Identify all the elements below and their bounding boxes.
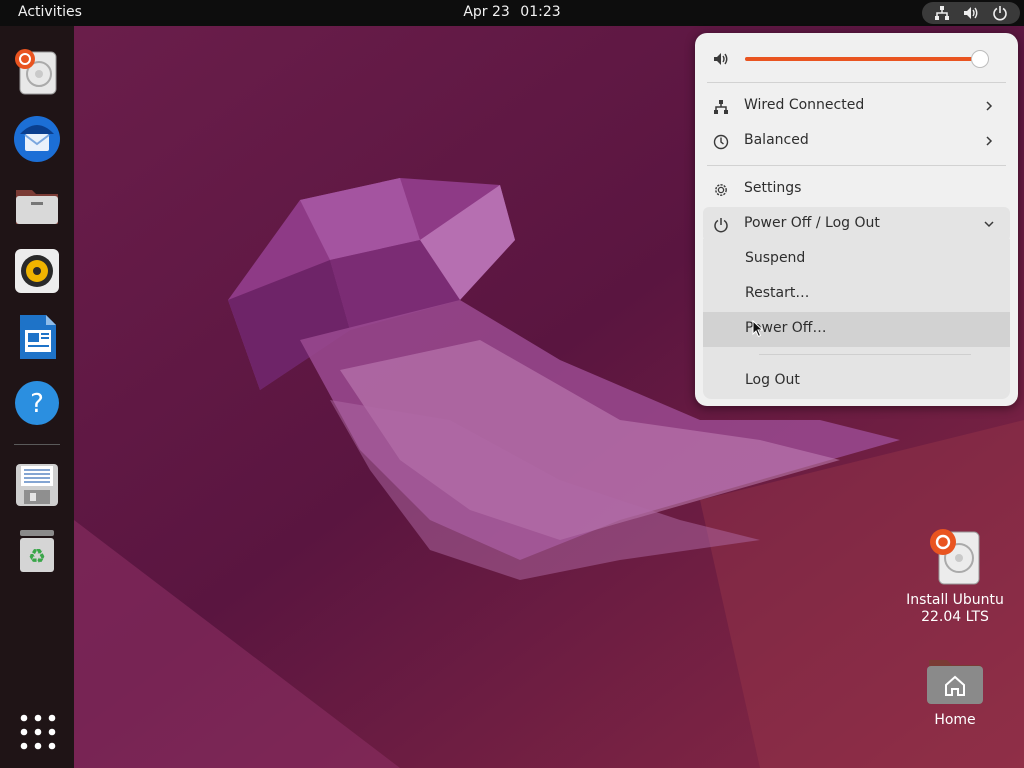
wired-connected-label: Wired Connected xyxy=(744,97,865,113)
volume-row xyxy=(695,45,1018,73)
ubuntu-installer-icon xyxy=(930,529,980,585)
dock-separator xyxy=(14,444,60,445)
files-icon[interactable] xyxy=(12,180,62,230)
home-folder-icon xyxy=(927,660,983,704)
network-wired-icon xyxy=(935,6,949,20)
floppy-icon[interactable] xyxy=(12,460,62,510)
menu-separator xyxy=(759,354,971,355)
desktop-home-folder[interactable]: Home xyxy=(900,654,1010,729)
dock: ? ♻ xyxy=(0,26,74,768)
desktop-icon-label: Install Ubuntu xyxy=(906,592,1004,608)
power-off-item[interactable]: Power Off… xyxy=(703,312,1010,347)
menu-separator xyxy=(707,82,1006,83)
desktop-icon-label: Home xyxy=(934,712,976,728)
svg-text:♻: ♻ xyxy=(28,544,46,568)
restart-label: Restart… xyxy=(745,285,810,301)
quick-settings-menu: Wired Connected Balanced Settings Power … xyxy=(695,33,1018,406)
settings-row[interactable]: Settings xyxy=(703,172,1010,207)
power-off-log-out-row[interactable]: Power Off / Log Out xyxy=(703,207,1010,242)
help-icon[interactable]: ? xyxy=(12,378,62,428)
chevron-down-icon xyxy=(984,221,994,228)
volume-slider-fill xyxy=(745,57,980,61)
volume-icon xyxy=(964,7,978,19)
gear-icon xyxy=(715,184,727,196)
chevron-right-icon xyxy=(986,136,993,146)
system-tray-button[interactable] xyxy=(922,2,1020,24)
suspend-item[interactable]: Suspend xyxy=(703,242,1010,277)
power-icon xyxy=(993,6,1007,21)
volume-icon xyxy=(714,53,728,65)
chevron-right-icon xyxy=(986,101,993,111)
clock-button[interactable]: Apr 23 01:23 xyxy=(0,4,1024,20)
power-mode-row[interactable]: Balanced xyxy=(703,124,1010,159)
writer-icon[interactable] xyxy=(12,312,62,362)
log-out-label: Log Out xyxy=(745,372,800,388)
top-bar: Activities Apr 23 01:23 xyxy=(0,0,1024,26)
power-profile-icon xyxy=(713,134,729,150)
network-wired-icon xyxy=(714,100,728,114)
menu-separator xyxy=(707,165,1006,166)
wired-connected-row[interactable]: Wired Connected xyxy=(703,89,1010,124)
power-icon xyxy=(714,218,728,233)
volume-slider[interactable] xyxy=(745,50,990,68)
trash-icon[interactable]: ♻ xyxy=(12,526,62,576)
ubuntu-installer-icon[interactable] xyxy=(12,48,62,98)
desktop-install-ubuntu[interactable]: Install Ubuntu 22.04 LTS xyxy=(900,528,1010,626)
log-out-item[interactable]: Log Out xyxy=(703,364,1010,399)
volume-slider-handle[interactable] xyxy=(971,50,990,68)
desktop-icon-label-line2: 22.04 LTS xyxy=(921,609,989,625)
restart-item[interactable]: Restart… xyxy=(703,277,1010,312)
clock-date: Apr 23 xyxy=(463,4,510,20)
apps-grid-icon[interactable] xyxy=(18,712,58,752)
rhythmbox-icon[interactable] xyxy=(12,246,62,296)
settings-label: Settings xyxy=(744,180,802,196)
power-off-log-out-label: Power Off / Log Out xyxy=(744,215,880,231)
svg-text:?: ? xyxy=(30,389,44,419)
suspend-label: Suspend xyxy=(745,250,806,266)
power-mode-label: Balanced xyxy=(744,132,809,148)
clock-time: 01:23 xyxy=(520,4,561,20)
mouse-pointer-icon xyxy=(752,320,764,338)
thunderbird-icon[interactable] xyxy=(12,114,62,164)
